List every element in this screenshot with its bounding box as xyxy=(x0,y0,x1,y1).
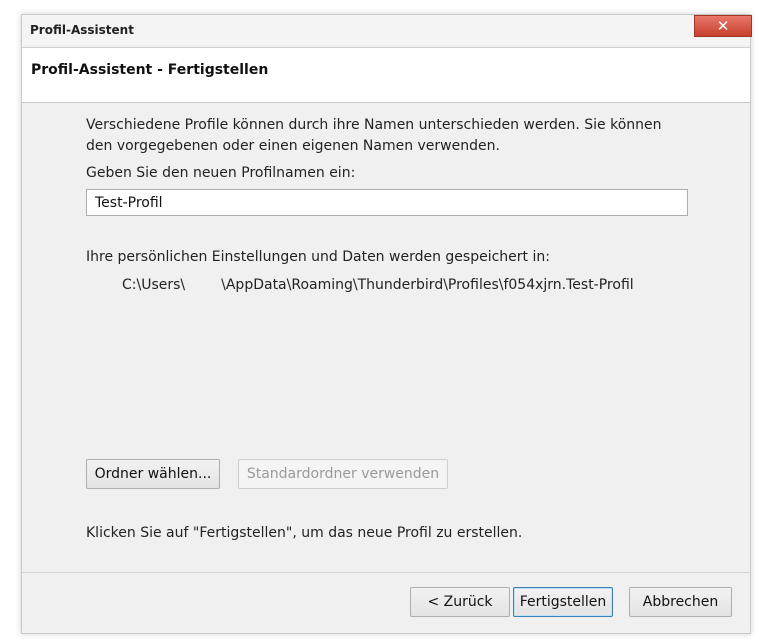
footer-divider xyxy=(22,572,750,573)
choose-folder-button[interactable]: Ordner wählen... xyxy=(86,459,220,489)
intro-text-line1: Verschiedene Profile können durch ihre N… xyxy=(86,117,662,133)
close-icon: ✕ xyxy=(716,17,730,35)
profile-wizard-dialog: Profil-Assistent ✕ Profil-Assistent - Fe… xyxy=(21,14,752,634)
profile-name-prompt: Geben Sie den neuen Profilnamen ein: xyxy=(86,165,356,181)
page-heading: Profil-Assistent - Fertigstellen xyxy=(31,62,269,78)
cancel-button[interactable]: Abbrechen xyxy=(629,587,732,617)
profile-path-suffix: \AppData\Roaming\Thunderbird\Profiles\f0… xyxy=(221,277,634,293)
finish-button[interactable]: Fertigstellen xyxy=(513,587,613,617)
wizard-content: Verschiedene Profile können durch ihre N… xyxy=(22,103,750,573)
profile-path-prefix: C:\Users\ xyxy=(122,277,186,293)
profile-name-input[interactable] xyxy=(86,189,688,216)
storage-location-label: Ihre persönlichen Einstellungen und Date… xyxy=(86,249,550,265)
intro-text-line2: den vorgegebenen oder einen eigenen Name… xyxy=(86,138,500,154)
wizard-header: Profil-Assistent - Fertigstellen xyxy=(22,47,750,103)
profile-path: C:\Users\ \AppData\Roaming\Thunderbird\Pr… xyxy=(122,277,634,293)
use-default-folder-button[interactable]: Standardordner verwenden xyxy=(238,459,448,489)
redacted-username xyxy=(185,278,222,292)
finish-hint-text: Klicken Sie auf "Fertigstellen", um das … xyxy=(86,525,523,541)
title-bar: Profil-Assistent ✕ xyxy=(22,15,752,45)
window-title: Profil-Assistent xyxy=(30,23,134,37)
back-button[interactable]: < Zurück xyxy=(410,587,510,617)
close-button[interactable]: ✕ xyxy=(694,15,752,37)
